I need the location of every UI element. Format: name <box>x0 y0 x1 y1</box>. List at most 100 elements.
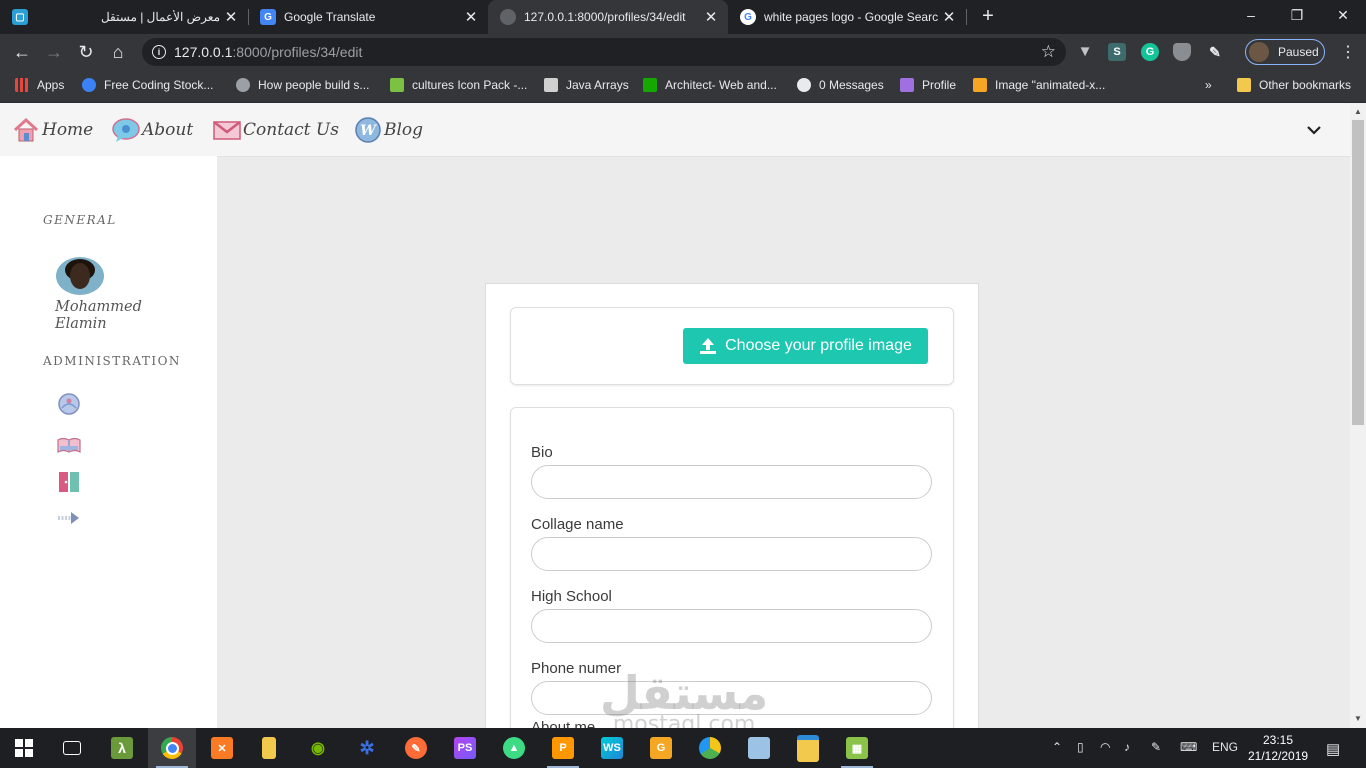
new-tab-button[interactable]: + <box>978 6 998 28</box>
taskbar-app[interactable]: λ <box>98 728 146 768</box>
taskbar-app[interactable]: ▦ <box>833 728 881 768</box>
scroll-up-icon[interactable]: ▲ <box>1354 107 1362 116</box>
high-school-field[interactable] <box>531 609 932 643</box>
chrome-menu-icon[interactable]: ⋮ <box>1340 42 1356 62</box>
clock-date: 21/12/2019 <box>1248 749 1309 763</box>
taskbar-chrome[interactable] <box>148 728 196 768</box>
tab-title: معرض الأعمال | مستقل <box>100 10 220 24</box>
forward-button[interactable]: → <box>40 38 68 66</box>
wifi-icon[interactable]: ◠ <box>1100 740 1110 754</box>
taskbar-app[interactable] <box>245 728 293 768</box>
bookmark-github[interactable]: How people build s... <box>236 78 369 92</box>
gallery-icon <box>748 737 770 759</box>
home-button[interactable]: ⌂ <box>104 38 132 66</box>
collage-name-field[interactable] <box>531 537 932 571</box>
avatar[interactable] <box>56 257 104 295</box>
bookmarks-overflow-button[interactable]: » <box>1205 78 1212 92</box>
tab-mostaql[interactable]: ▢ معرض الأعمال | مستقل ✕ <box>0 0 248 34</box>
bookmark-star-icon[interactable]: ☆ <box>1041 42 1056 62</box>
windows-taskbar: λ ✕ ◉ ✲ ✎ PS ▲ P WS G ▦ ⌃ ▯ ◠ ♪ ✎ ⌨ ENG … <box>0 728 1366 768</box>
taskbar-app[interactable] <box>686 728 734 768</box>
lambda-icon: λ <box>111 737 133 759</box>
s-extension-icon[interactable]: S <box>1108 43 1126 61</box>
taskbar-app[interactable]: PS <box>441 728 489 768</box>
bookmark-image[interactable]: Image "animated-x... <box>973 78 1105 92</box>
upload-icon <box>700 338 717 354</box>
bookmark-java-arrays[interactable]: Java Arrays <box>544 78 629 92</box>
profile-status: Paused <box>1278 45 1319 59</box>
java-icon <box>544 78 558 92</box>
close-tab-icon[interactable]: ✕ <box>938 8 960 26</box>
start-button[interactable] <box>0 728 48 768</box>
restore-button[interactable]: ❐ <box>1274 0 1320 30</box>
task-view-button[interactable] <box>48 728 96 768</box>
pen-workspace-icon[interactable]: ✎ <box>1151 740 1161 754</box>
task-view-icon <box>63 741 81 755</box>
taskbar-app[interactable]: ◉ <box>294 728 342 768</box>
close-tab-icon[interactable]: ✕ <box>220 8 242 26</box>
scroll-thumb[interactable] <box>1352 120 1364 425</box>
vue-devtools-icon[interactable]: ▼ <box>1076 43 1094 61</box>
xampp-icon: ✕ <box>211 737 233 759</box>
sidebar-user-name[interactable]: Mohammed Elamin <box>55 299 175 333</box>
taskbar-app[interactable] <box>784 728 832 768</box>
tab-google-search[interactable]: G white pages logo - Google Search ✕ <box>728 0 966 34</box>
nav-blog[interactable]: W Blog <box>354 117 423 143</box>
chevron-down-icon[interactable] <box>1305 121 1323 139</box>
keyboard-icon[interactable]: ⌨ <box>1180 740 1197 754</box>
arrow-right-icon[interactable] <box>57 506 81 530</box>
taskbar-clock[interactable]: 23:15 21/12/2019 <box>1248 732 1308 764</box>
door-icon[interactable] <box>57 470 81 494</box>
nav-home[interactable]: Home <box>12 117 93 143</box>
url-text[interactable]: 127.0.0.1:8000/profiles/34/edit <box>174 44 362 60</box>
minimize-button[interactable]: – <box>1228 0 1274 30</box>
bookmark-upwork[interactable]: Architect- Web and... <box>643 78 777 92</box>
nav-contact[interactable]: Contact Us <box>213 117 339 143</box>
close-tab-icon[interactable]: ✕ <box>700 8 722 26</box>
webstorm-icon: WS <box>601 737 623 759</box>
scroll-down-icon[interactable]: ▼ <box>1354 714 1362 723</box>
reload-button[interactable]: ↻ <box>72 38 100 66</box>
other-bookmarks[interactable]: Other bookmarks <box>1237 78 1351 92</box>
taskbar-app[interactable]: P <box>539 728 587 768</box>
taskbar-app[interactable]: ✕ <box>198 728 246 768</box>
show-hidden-icons-icon[interactable]: ⌃ <box>1052 740 1062 754</box>
phone-number-field[interactable] <box>531 681 932 715</box>
tab-google-translate[interactable]: G Google Translate ✕ <box>248 0 488 34</box>
close-tab-icon[interactable]: ✕ <box>460 8 482 26</box>
bookmark-apps[interactable]: Apps <box>15 78 64 92</box>
notifications-icon[interactable]: ▤ <box>1326 740 1340 758</box>
battery-icon[interactable]: ▯ <box>1077 740 1084 754</box>
mostaql-favicon-icon: ▢ <box>12 9 28 25</box>
taskbar-app[interactable]: WS <box>588 728 636 768</box>
grammarly-icon[interactable]: G <box>1141 43 1159 61</box>
choose-profile-image-button[interactable]: Choose your profile image <box>683 328 928 364</box>
globe-icon[interactable] <box>57 392 81 416</box>
taskbar-app[interactable]: G <box>637 728 685 768</box>
upload-card: Choose your profile image <box>510 307 954 385</box>
bookmark-profile[interactable]: Profile <box>900 78 956 92</box>
bio-field[interactable] <box>531 465 932 499</box>
bookmark-free-coding[interactable]: Free Coding Stock... <box>82 78 213 92</box>
bookmark-cultures[interactable]: cultures Icon Pack -... <box>390 78 527 92</box>
volume-icon[interactable]: ♪ <box>1124 740 1130 754</box>
nav-label: Home <box>42 120 94 140</box>
bookmark-messages[interactable]: 0 Messages <box>797 78 884 92</box>
back-button[interactable]: ← <box>8 38 36 66</box>
info-icon[interactable]: i <box>152 45 166 59</box>
page-scrollbar[interactable]: ▲ ▼ <box>1350 103 1366 728</box>
profile-button[interactable]: Paused <box>1245 39 1325 65</box>
taskbar-app[interactable]: ▲ <box>490 728 538 768</box>
close-window-button[interactable]: ✕ <box>1320 0 1366 30</box>
nav-about[interactable]: About <box>112 117 193 143</box>
shield-extension-icon[interactable] <box>1173 43 1191 61</box>
tab-profile-edit[interactable]: 127.0.0.1:8000/profiles/34/edit ✕ <box>488 0 728 34</box>
language-indicator[interactable]: ENG <box>1212 740 1238 754</box>
address-bar[interactable]: i 127.0.0.1:8000/profiles/34/edit ☆ <box>142 38 1066 66</box>
pen-extension-icon[interactable]: ✎ <box>1206 43 1224 61</box>
upload-label: Choose your profile image <box>725 337 912 354</box>
book-icon[interactable] <box>57 434 81 458</box>
taskbar-app[interactable]: ✎ <box>392 728 440 768</box>
taskbar-app[interactable]: ✲ <box>343 728 391 768</box>
taskbar-app[interactable] <box>735 728 783 768</box>
